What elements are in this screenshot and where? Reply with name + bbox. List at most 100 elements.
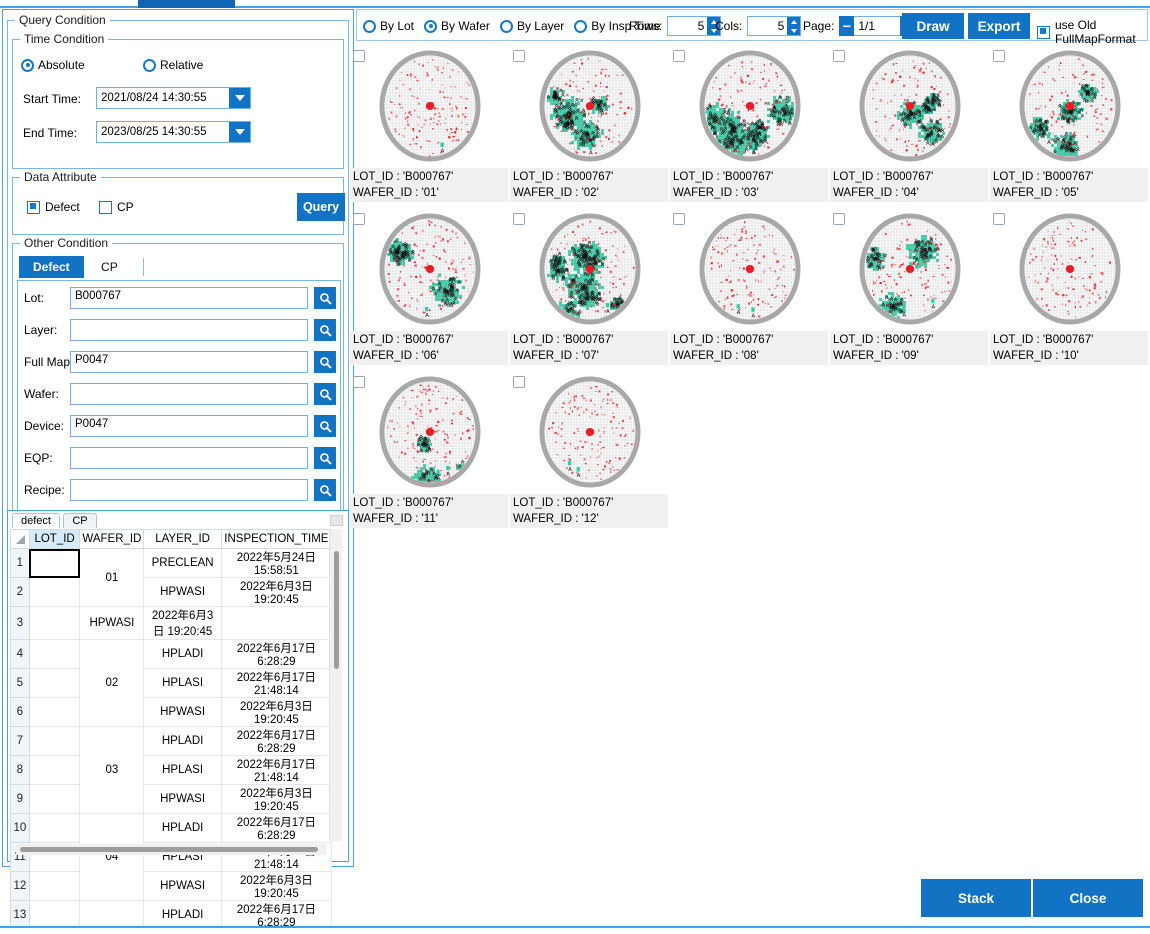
cell-layer-id[interactable]: HPWASI — [143, 871, 222, 901]
wafer-map-cell[interactable]: A LOT_ID : 'B000767' WAFER_ID : '03' — [670, 44, 830, 204]
table-row[interactable]: 1 01 PRECLEAN 2022年5月24日 15:58:51 — [10, 548, 333, 607]
cell-inspection-time[interactable]: 2022年6月3日 19:20:45 — [220, 784, 333, 814]
view-mode-by-lot[interactable]: By Lot — [363, 19, 414, 33]
tab-cp[interactable]: CP — [87, 256, 132, 278]
search-icon[interactable] — [314, 319, 336, 341]
wafer-map-image[interactable]: AA — [852, 211, 968, 327]
wafer-select-checkbox[interactable] — [353, 50, 365, 62]
cell-inspection-time[interactable]: 2022年6月17日 6:28:29 — [220, 813, 333, 843]
cols-stepper[interactable]: 5 — [747, 16, 802, 36]
stack-button[interactable]: Stack — [921, 879, 1031, 917]
cell-lot-id[interactable] — [28, 639, 81, 669]
table-row[interactable]: 7 03 HPLADI 2022年6月17日 6:28:29 — [10, 726, 333, 814]
active-tab-indicator[interactable] — [138, 0, 235, 8]
wafer-map-cell[interactable]: A A LOT_ID : 'B000767' WAFER_ID : '09' — [830, 207, 990, 367]
cell-lot-id[interactable] — [28, 697, 81, 727]
page-prev-button[interactable]: − — [839, 16, 855, 36]
cell-inspection-time[interactable]: 2022年6月3日 19:20:45 — [220, 871, 333, 901]
grid-vertical-scrollbar[interactable] — [329, 515, 343, 841]
wafer-select-checkbox[interactable] — [673, 213, 685, 225]
grid-tab-defect[interactable]: defect — [12, 513, 60, 528]
wafer-select-checkbox[interactable] — [833, 213, 845, 225]
cell-inspection-time[interactable]: 2022年6月17日 21:48:14 — [220, 755, 333, 785]
grid-tab-cp[interactable]: CP — [63, 513, 97, 528]
wafer-select-checkbox[interactable] — [993, 50, 1005, 62]
wafer-select-checkbox[interactable] — [513, 213, 525, 225]
table-row[interactable]: 2 HPWASI 2022年6月3日 19:20:45 — [10, 577, 333, 607]
wafer-select-checkbox[interactable] — [353, 213, 365, 225]
search-icon[interactable] — [314, 415, 336, 437]
absolute-radio[interactable]: Absolute — [21, 58, 85, 75]
table-row[interactable]: 3 HPWASI 2022年6月3日 19:20:45 — [10, 606, 332, 640]
wafer-map-image[interactable]: AA — [532, 374, 648, 490]
cell-wafer-id[interactable]: 04 — [79, 813, 145, 901]
wafer-map-cell[interactable]: LOT_ID : 'B000767' WAFER_ID : '10' — [990, 207, 1150, 367]
view-mode-by-layer[interactable]: By Layer — [499, 19, 564, 33]
wafer-select-checkbox[interactable] — [993, 213, 1005, 225]
search-icon[interactable] — [314, 351, 336, 373]
wafer-map-cell[interactable]: A A LOT_ID : 'B000767' WAFER_ID : '08' — [670, 207, 830, 367]
table-row[interactable]: 8 HPLASI 2022年6月17日 21:48:14 — [10, 755, 333, 785]
search-icon[interactable] — [314, 287, 336, 309]
row-number[interactable]: 7 — [10, 726, 30, 756]
field-input[interactable] — [70, 319, 308, 341]
row-number[interactable]: 1 — [10, 548, 30, 578]
table-row[interactable]: 4 02 HPLADI 2022年6月17日 6:28:29 — [10, 639, 333, 727]
wafer-map-image[interactable]: A — [372, 48, 488, 164]
cell-wafer-id[interactable]: 01 — [79, 548, 145, 607]
close-button[interactable]: Close — [1033, 879, 1143, 917]
search-icon[interactable] — [314, 383, 336, 405]
cell-lot-id[interactable] — [28, 606, 81, 640]
wafer-map-image[interactable]: A — [372, 211, 488, 327]
tab-defect[interactable]: Defect — [19, 256, 84, 278]
cell-inspection-time[interactable]: 2022年6月3日 19:20:45 — [220, 577, 333, 607]
cell-wafer-id[interactable]: 02 — [79, 639, 145, 727]
page-value[interactable]: 1/1 — [854, 16, 901, 36]
field-input[interactable]: B000767 — [70, 287, 308, 309]
defect-checkbox[interactable]: Defect — [27, 200, 80, 214]
cell-inspection-time[interactable]: 2022年6月17日 6:28:29 — [220, 639, 333, 669]
cell-lot-id[interactable] — [28, 813, 81, 843]
field-input[interactable]: P0047 — [70, 351, 308, 373]
wafer-map-cell[interactable]: A LOT_ID : 'B000767' WAFER_ID : '06' — [350, 207, 510, 367]
cell-layer-id[interactable]: HPWASI — [143, 784, 222, 814]
export-button[interactable]: Export — [968, 13, 1030, 39]
cell-layer-id[interactable]: HPLADI — [143, 813, 222, 843]
cell-lot-id[interactable] — [28, 755, 81, 785]
relative-radio[interactable]: Relative — [143, 58, 203, 75]
cell-layer-id[interactable]: HPWASI — [143, 577, 222, 607]
field-input[interactable] — [70, 383, 308, 405]
wafer-map-cell[interactable]: A LOT_ID : 'B000767' WAFER_ID : '04' — [830, 44, 990, 204]
field-input[interactable] — [70, 479, 308, 501]
search-icon[interactable] — [314, 479, 336, 501]
wafer-select-checkbox[interactable] — [513, 50, 525, 62]
row-number[interactable]: 9 — [10, 784, 30, 814]
start-time-picker[interactable]: 2021/08/24 14:30:55 — [96, 87, 251, 109]
end-time-picker[interactable]: 2023/08/25 14:30:55 — [96, 121, 251, 143]
wafer-map-cell[interactable]: A A LOT_ID : 'B000767' WAFER_ID : '12' — [510, 370, 670, 530]
table-row[interactable]: 12 HPWASI 2022年6月3日 19:20:45 — [10, 871, 333, 901]
row-number[interactable]: 8 — [10, 755, 30, 785]
cell-lot-id[interactable] — [28, 577, 81, 607]
cell-lot-id[interactable] — [28, 726, 81, 756]
row-number[interactable]: 6 — [10, 697, 30, 727]
cell-layer-id[interactable]: HPWASI — [143, 697, 222, 727]
row-number[interactable]: 4 — [10, 639, 30, 669]
wafer-map-image[interactable]: A — [692, 48, 808, 164]
table-row[interactable]: 9 HPWASI 2022年6月3日 19:20:45 — [10, 784, 333, 814]
row-number[interactable]: 3 — [10, 606, 30, 640]
table-row[interactable]: 6 HPWASI 2022年6月3日 19:20:45 — [10, 697, 333, 727]
draw-button[interactable]: Draw — [902, 13, 964, 39]
search-icon[interactable] — [314, 447, 336, 469]
old-fullmapformat-checkbox[interactable]: use Old FullMapFormat — [1037, 18, 1147, 46]
wafer-map-image[interactable]: AA — [692, 211, 808, 327]
cell-layer-id[interactable]: PRECLEAN — [143, 548, 222, 578]
cell-lot-id[interactable] — [28, 548, 81, 578]
query-button[interactable]: Query — [297, 193, 345, 221]
wafer-select-checkbox[interactable] — [673, 50, 685, 62]
cell-inspection-time[interactable]: 2022年6月17日 6:28:29 — [220, 726, 333, 756]
field-input[interactable]: P0047 — [70, 415, 308, 437]
row-number[interactable]: 5 — [10, 668, 30, 698]
cell-wafer-id[interactable]: 03 — [79, 726, 145, 814]
cell-layer-id[interactable]: HPLASI — [143, 668, 222, 698]
